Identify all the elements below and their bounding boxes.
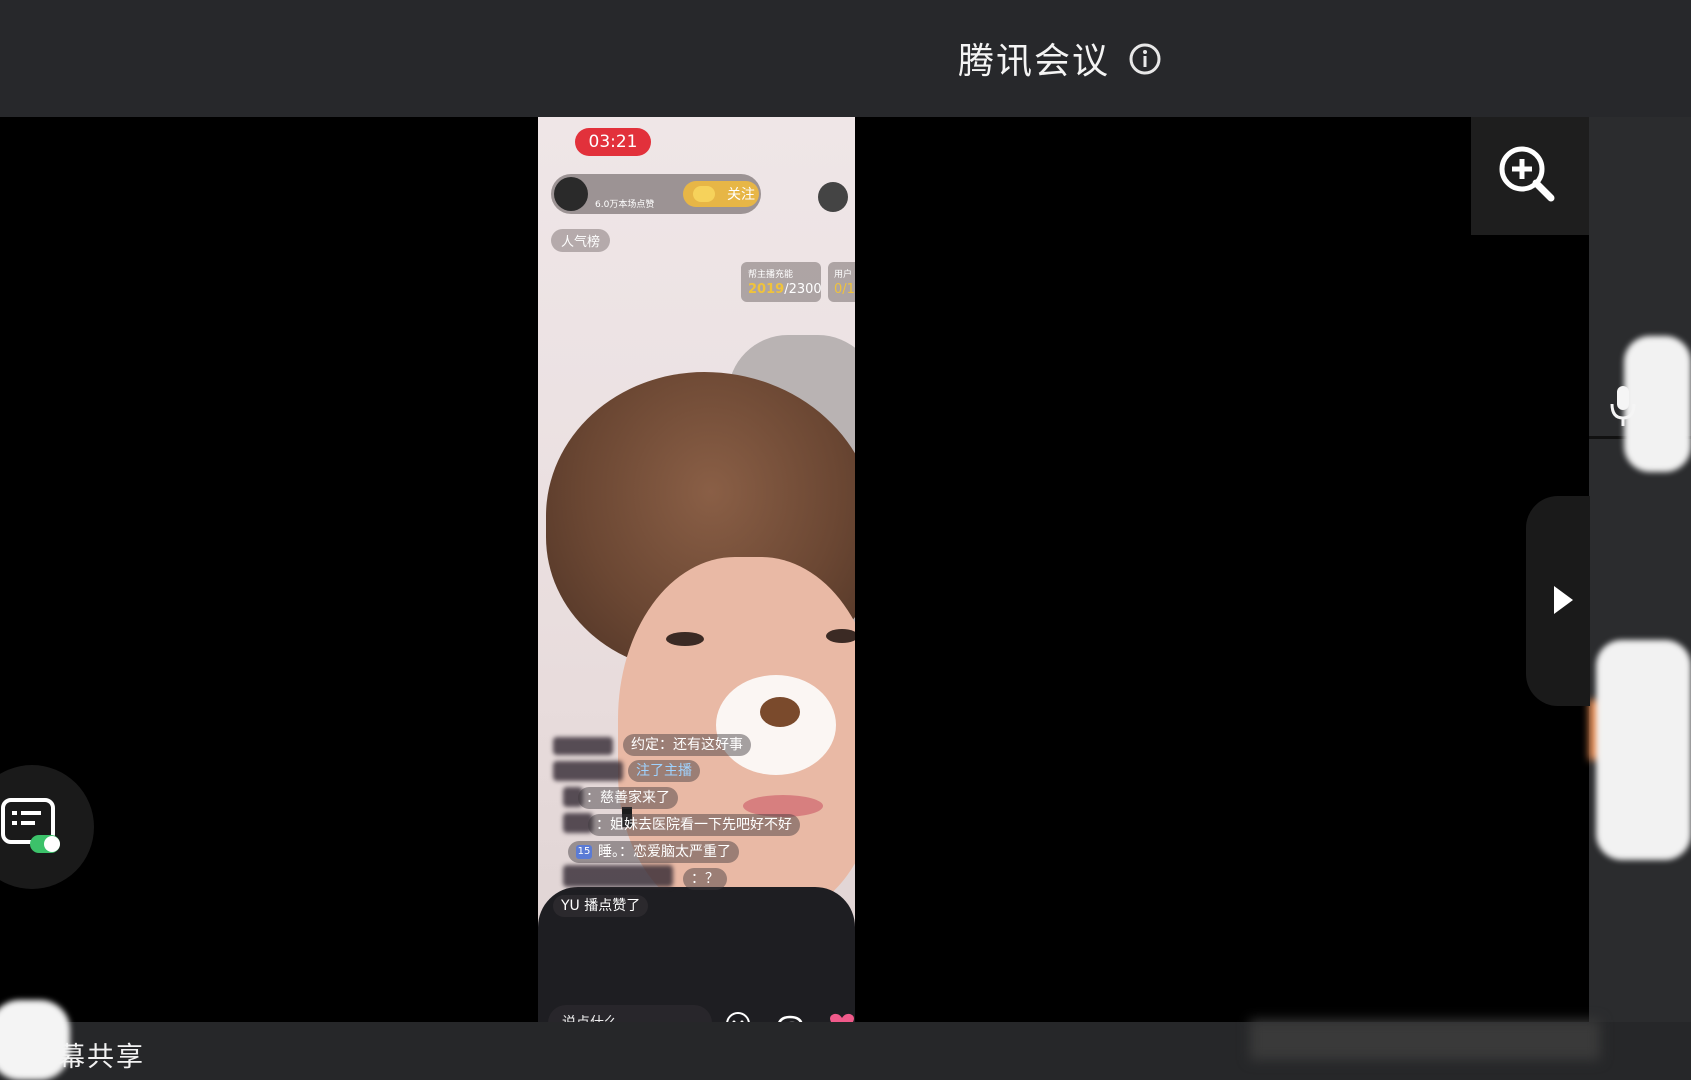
chat-message: ：姐妹去医院看一下先吧好不好 xyxy=(588,814,800,836)
title-bar: 腾讯会议 xyxy=(0,0,1691,117)
host-avatar[interactable] xyxy=(554,177,588,211)
caption-toggle-icon[interactable] xyxy=(0,797,64,857)
chevron-right-icon[interactable] xyxy=(1551,584,1575,616)
live-timer: 03:21 xyxy=(575,128,651,156)
chat-message: ：？ xyxy=(683,868,727,890)
heart-icon xyxy=(693,186,715,202)
follow-button[interactable]: 关注 xyxy=(683,181,759,207)
streamer-eye-left xyxy=(666,632,704,646)
streamer-eye-right xyxy=(826,629,855,643)
popularity-rank-chip[interactable]: 人气榜 xyxy=(551,229,611,252)
corner-redaction xyxy=(0,1000,70,1080)
user-card-value: 0/1 xyxy=(834,282,855,297)
screen-share-label: 幕共享 xyxy=(58,1042,145,1073)
bear-nose-dot xyxy=(760,697,800,727)
follow-label: 关注 xyxy=(727,187,755,203)
host-subtitle: 6.0万本场点赞 xyxy=(595,200,655,210)
zoom-in-icon[interactable] xyxy=(1495,142,1559,206)
energy-card[interactable]: 帮主播充能 2019/2300 xyxy=(741,262,822,302)
participant-rail xyxy=(1589,117,1691,1080)
viewer-avatar[interactable] xyxy=(818,182,848,212)
chat-redaction xyxy=(553,761,623,781)
bottom-redaction xyxy=(1250,1020,1600,1060)
shared-phone-screen: 03:21 6.0万本场点赞 关注 人气榜 帮主播充能 2019/2300 用户… xyxy=(538,117,855,1080)
chat-message: 约定：还有这好事 xyxy=(623,734,751,756)
chat-message: ：慈善家来了 xyxy=(578,787,678,809)
host-info-pill[interactable]: 6.0万本场点赞 关注 xyxy=(551,174,761,214)
energy-label: 帮主播充能 xyxy=(748,270,794,280)
app-title: 腾讯会议 xyxy=(958,41,1111,82)
user-card[interactable]: 用户 0/1 xyxy=(828,262,855,302)
user-card-label: 用户 xyxy=(834,270,853,280)
mic-icon xyxy=(1610,386,1636,426)
chat-message: YU 播点赞了 xyxy=(553,895,649,917)
chat-message: 注了主播 xyxy=(628,760,700,782)
info-icon[interactable] xyxy=(1128,42,1162,76)
level-badge: 15 xyxy=(576,845,592,859)
participant-video-blur xyxy=(1596,640,1691,860)
energy-value: 2019/2300 xyxy=(748,282,822,297)
chat-redaction xyxy=(553,737,613,755)
chat-redaction xyxy=(563,865,673,887)
chat-message: 15 睡。：恋爱脑太严重了 xyxy=(568,841,739,863)
